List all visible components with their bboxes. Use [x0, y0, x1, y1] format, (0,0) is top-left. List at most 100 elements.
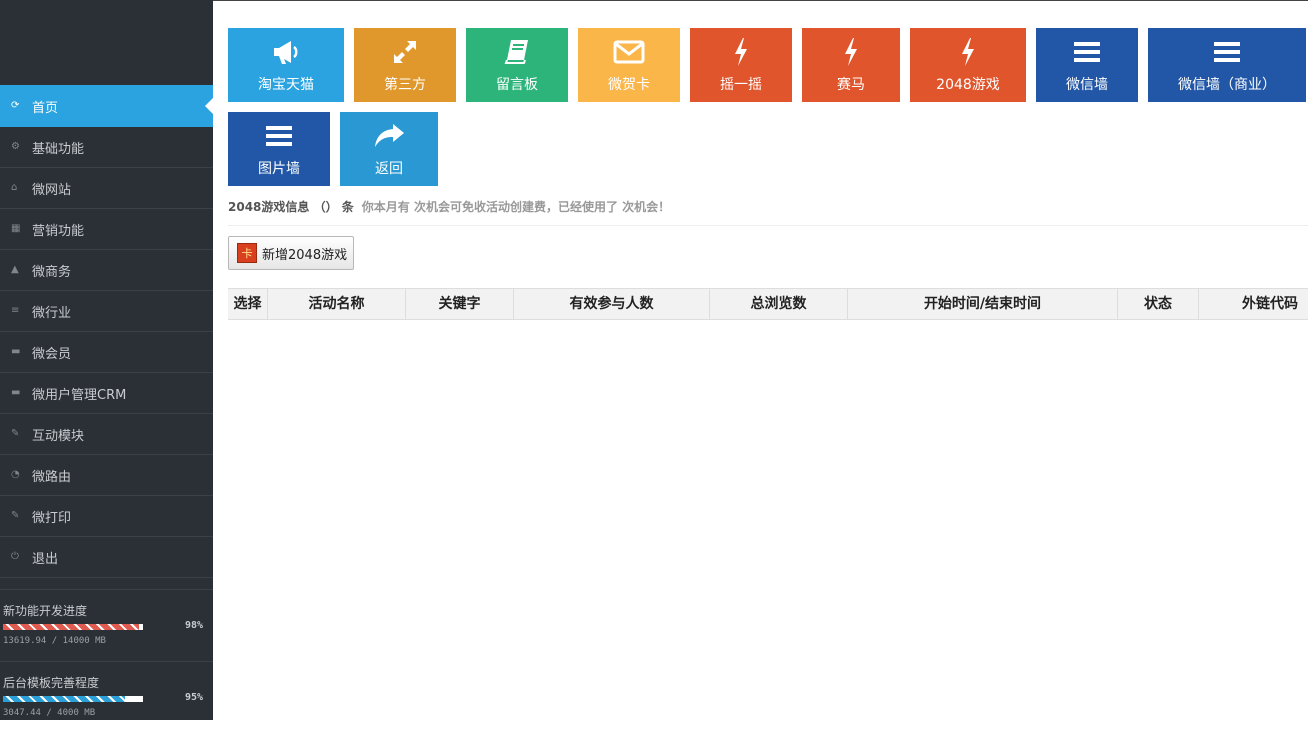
envelope-icon	[578, 38, 680, 66]
sidebar-item-label: 基础功能	[32, 141, 85, 157]
bolt-icon	[690, 38, 792, 66]
progress-bar	[3, 624, 143, 630]
progress-block: 新功能开发进度 98% 13619.94 / 14000 MB	[0, 589, 213, 660]
sidebar-item-label: 退出	[32, 551, 59, 567]
gears-icon: ⚙	[11, 141, 20, 152]
sidebar-item-label: 微会员	[32, 346, 72, 362]
sidebar-item-label: 营销功能	[32, 223, 85, 239]
tile-button[interactable]: 微信墙	[1036, 28, 1138, 102]
sidebar-item-label: 微网站	[32, 182, 72, 198]
divider	[228, 225, 1308, 226]
card-icon: 卡	[237, 243, 257, 263]
tile-label: 微贺卡	[608, 77, 650, 93]
sidebar-item-label: 互动模块	[32, 428, 85, 444]
sidebar-item[interactable]: ▲ 微商务	[0, 250, 213, 291]
card-icon: ▬	[11, 346, 21, 357]
sidebar-item[interactable]: ⟳ 首页	[0, 85, 213, 127]
menu-icon	[1036, 38, 1138, 66]
tile-label: 留言板	[496, 77, 538, 93]
list-icon: ≡	[11, 305, 20, 316]
info-title: 2048游戏信息 （） 条	[228, 200, 354, 214]
sidebar-item[interactable]: ⏻ 退出	[0, 537, 213, 578]
sidebar-item[interactable]: ✎ 互动模块	[0, 414, 213, 455]
tile-label: 赛马	[837, 77, 865, 93]
rss-icon: ◔	[11, 469, 20, 480]
sidebar-item[interactable]: ▬ 微用户管理CRM	[0, 373, 213, 414]
sitemap-icon: ▲	[11, 264, 19, 275]
progress-percent: 95%	[184, 692, 203, 703]
progress-title: 新功能开发进度	[3, 604, 88, 618]
progress-bar	[3, 696, 143, 702]
tile-button[interactable]: 赛马	[802, 28, 900, 102]
progress-percent: 98%	[184, 620, 203, 631]
grid-icon: ▦	[11, 223, 21, 234]
sidebar-item-label: 微行业	[32, 305, 72, 321]
tile-label: 第三方	[384, 77, 426, 93]
table-header-cell[interactable]: 状态	[1118, 289, 1199, 319]
tile-label: 图片墙	[258, 161, 300, 177]
table-header-cell[interactable]: 选择	[228, 289, 268, 319]
pencil-icon: ✎	[11, 510, 20, 521]
sidebar-item-label: 首页	[32, 100, 59, 116]
game-info: 2048游戏信息 （） 条你本月有 次机会可免收活动创建费，已经使用了 次机会！	[228, 198, 670, 215]
tile-button[interactable]: 微贺卡	[578, 28, 680, 102]
tile-button[interactable]: 淘宝天猫	[228, 28, 344, 102]
add-2048-game-button[interactable]: 卡 新增2048游戏	[228, 236, 354, 270]
progress-title: 后台模板完善程度	[3, 676, 100, 690]
sidebar-item[interactable]: ◔ 微路由	[0, 455, 213, 496]
home-icon: ⌂	[11, 182, 18, 193]
progress-block: 后台模板完善程度 95% 3047.44 / 4000 MB	[0, 661, 213, 732]
tile-button[interactable]: 图片墙	[228, 112, 330, 186]
games-table-header: 选择 活动名称 关键字 有效参与人数 总浏览数 开始时间/结束时间 状态 外链代码	[228, 288, 1308, 320]
sidebar-item[interactable]: ✎ 微打印	[0, 496, 213, 537]
pencil-icon: ✎	[11, 428, 20, 439]
tile-button[interactable]: 2048游戏	[910, 28, 1026, 102]
progress-fill	[3, 696, 125, 702]
add-button-label: 新增2048游戏	[262, 247, 348, 263]
sidebar-nav: ⟳ 首页 ⚙ 基础功能 ⌂ 微网站 ▦ 营销功能 ▲ 微商务 ≡ 微行业 ▬ 微会员 ▬ 微用户管理CRM ✎ 互…	[0, 85, 213, 578]
share-icon	[340, 122, 438, 150]
tile-label: 摇一摇	[720, 77, 762, 93]
tile-button[interactable]: 返回	[340, 112, 438, 186]
progress-size: 13619.94 / 14000 MB	[3, 636, 106, 646]
info-note: 你本月有 次机会可免收活动创建费，已经使用了 次机会！	[361, 200, 671, 214]
bolt-icon	[910, 38, 1026, 66]
sidebar: ⟳ 首页 ⚙ 基础功能 ⌂ 微网站 ▦ 营销功能 ▲ 微商务 ≡ 微行业 ▬ 微会员 ▬ 微用户管理CRM ✎ 互…	[0, 0, 213, 720]
bullhorn-icon	[228, 38, 344, 66]
bolt-icon	[802, 38, 900, 66]
tile-label: 微信墙（商业）	[1178, 77, 1276, 93]
tile-button[interactable]: 摇一摇	[690, 28, 792, 102]
book-icon	[466, 38, 568, 66]
top-border	[213, 0, 1308, 1]
sidebar-item[interactable]: ▬ 微会员	[0, 332, 213, 373]
sidebar-item[interactable]: ≡ 微行业	[0, 291, 213, 332]
tile-label: 返回	[375, 161, 403, 177]
refresh-icon: ⟳	[11, 100, 20, 111]
tile-button[interactable]: 微信墙（商业）	[1148, 28, 1306, 102]
tile-label: 淘宝天猫	[258, 77, 314, 93]
table-header-cell[interactable]: 活动名称	[268, 289, 406, 319]
progress-fill	[3, 624, 139, 630]
sidebar-item[interactable]: ⚙ 基础功能	[0, 127, 213, 168]
menu-icon	[1148, 38, 1306, 66]
tile-label: 2048游戏	[936, 77, 1000, 93]
table-header-cell[interactable]: 外链代码	[1199, 289, 1308, 319]
table-header-cell[interactable]: 总浏览数	[710, 289, 848, 319]
table-header-cell[interactable]: 有效参与人数	[514, 289, 710, 319]
sidebar-item-label: 微打印	[32, 510, 72, 526]
sidebar-item-label: 微路由	[32, 469, 72, 485]
power-icon: ⏻	[11, 551, 19, 562]
card-icon: ▬	[11, 387, 21, 398]
sidebar-item-label: 微用户管理CRM	[32, 387, 127, 403]
table-header-cell[interactable]: 开始时间/结束时间	[848, 289, 1118, 319]
tile-button[interactable]: 留言板	[466, 28, 568, 102]
menu-icon	[228, 122, 330, 150]
sidebar-item[interactable]: ▦ 营销功能	[0, 209, 213, 250]
progress-size: 3047.44 / 4000 MB	[3, 708, 96, 718]
tile-button[interactable]: 第三方	[354, 28, 456, 102]
sidebar-item[interactable]: ⌂ 微网站	[0, 168, 213, 209]
table-header-cell[interactable]: 关键字	[406, 289, 514, 319]
tile-label: 微信墙	[1066, 77, 1108, 93]
sidebar-item-label: 微商务	[32, 264, 72, 280]
expand-icon	[354, 38, 456, 66]
